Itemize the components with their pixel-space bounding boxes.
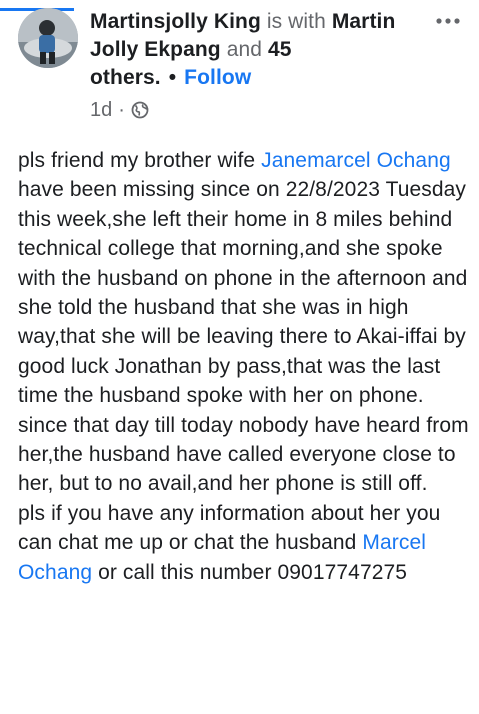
avatar[interactable]: [18, 8, 78, 68]
post-body: pls friend my brother wife Janemarcel Oc…: [18, 146, 470, 587]
post-meta: 1d ·: [90, 96, 149, 124]
globe-icon[interactable]: [131, 101, 149, 119]
is-with-text: is with: [266, 10, 326, 33]
mention-janemarcel-ochang[interactable]: Janemarcel Ochang: [261, 149, 451, 172]
others-count[interactable]: 45: [268, 38, 292, 61]
post-header: Martinsjolly King is with Martin Jolly E…: [0, 0, 479, 130]
post-paragraph-3: pls if you have any information about he…: [18, 499, 470, 587]
post-paragraph-1: pls friend my brother wife Janemarcel Oc…: [18, 146, 470, 411]
post-time[interactable]: 1d: [90, 99, 112, 122]
p3-rest: or call this number 09017747275: [92, 560, 408, 584]
p1-rest: have been missing since on 22/8/2023 Tue…: [18, 178, 468, 408]
and-text: and: [226, 38, 263, 61]
others-label[interactable]: others.: [90, 66, 161, 89]
follow-separator: •: [168, 66, 177, 89]
author-name[interactable]: Martinsjolly King: [90, 10, 261, 33]
post-paragraph-2: since that day till today nobody have he…: [18, 413, 469, 496]
follow-button[interactable]: Follow: [184, 66, 251, 89]
more-horizontal-icon: [436, 18, 460, 24]
meta-separator: ·: [118, 98, 125, 121]
p1-lead: pls friend my brother wife: [18, 149, 262, 172]
avatar-photo: [18, 8, 78, 68]
post-header-text: Martinsjolly King is with Martin Jolly E…: [90, 8, 420, 92]
more-options-button[interactable]: [433, 8, 463, 34]
